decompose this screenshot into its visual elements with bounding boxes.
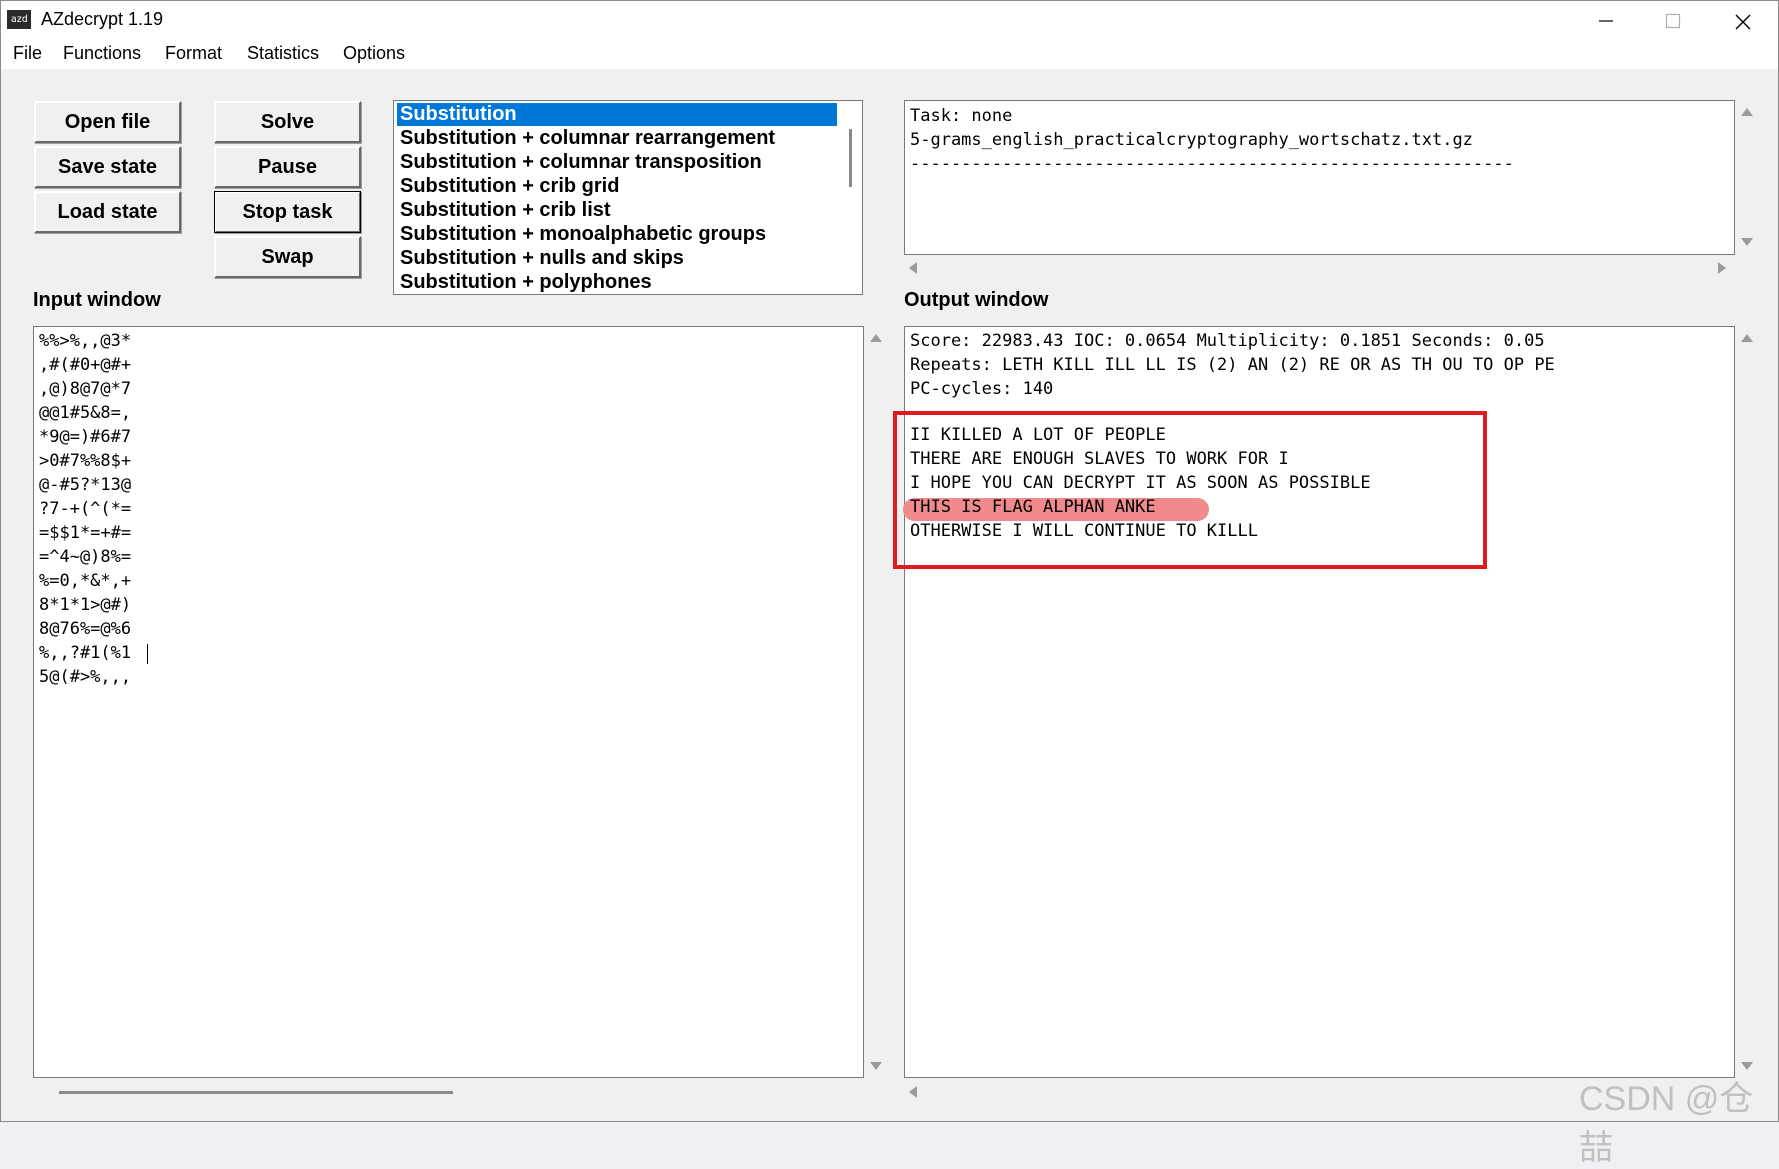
listbox-scrollbar[interactable]: [849, 129, 852, 187]
scroll-left-icon[interactable]: [909, 262, 917, 274]
scroll-down-icon[interactable]: [1741, 1062, 1753, 1070]
annotation-box: [893, 411, 1487, 569]
text-cursor: [147, 644, 148, 664]
maximize-icon: [1665, 13, 1681, 29]
list-item[interactable]: Substitution: [397, 103, 837, 126]
cipher-line: ,#(#0+@#+: [39, 355, 132, 375]
input-textarea[interactable]: %%>%,,@3* ,#(#0+@#+ ,@)8@7@*7 @@1#5&8=, …: [33, 326, 864, 1078]
scroll-up-icon[interactable]: [1741, 108, 1753, 116]
load-state-button[interactable]: Load state: [34, 191, 181, 233]
menu-format[interactable]: Format: [165, 43, 222, 64]
solve-button[interactable]: Solve: [214, 101, 361, 143]
scroll-up-icon[interactable]: [1741, 334, 1753, 342]
open-file-button[interactable]: Open file: [34, 101, 181, 143]
cipher-line: =$$1*=+#=: [39, 523, 132, 543]
solver-listbox[interactable]: Substitution Substitution + columnar rea…: [393, 100, 863, 295]
stats-line: PC-cycles: 140: [910, 379, 1054, 399]
pause-button[interactable]: Pause: [214, 146, 361, 188]
cipher-line: @@1#5&8=,: [39, 403, 132, 423]
scroll-down-icon[interactable]: [870, 1062, 882, 1070]
output-window-label: Output window: [904, 289, 1049, 311]
scroll-up-icon[interactable]: [870, 334, 882, 342]
menu-functions[interactable]: Functions: [63, 43, 141, 64]
cipher-line: *9@=)#6#7: [39, 427, 132, 447]
status-line: ----------------------------------------…: [910, 154, 1514, 174]
input-window-label: Input window: [33, 289, 161, 311]
list-item[interactable]: Substitution + columnar transposition: [397, 151, 837, 174]
list-item[interactable]: Substitution + polyphones: [397, 271, 837, 294]
title-bar[interactable]: azd AZdecrypt 1.19: [1, 1, 1778, 39]
stats-line: Score: 22983.43 IOC: 0.0654 Multiplicity…: [910, 331, 1545, 351]
stop-task-button[interactable]: Stop task: [214, 191, 361, 233]
cipher-line: ?7-+(^(*=: [39, 499, 132, 519]
app-icon: azd: [7, 10, 31, 29]
save-state-button[interactable]: Save state: [34, 146, 181, 188]
list-item[interactable]: Substitution + monoalphabetic groups: [397, 223, 837, 246]
cipher-line: 8*1*1>@#): [39, 595, 132, 615]
cipher-line: ,@)8@7@*7: [39, 379, 132, 399]
list-item[interactable]: Substitution + crib grid: [397, 175, 837, 198]
scroll-down-icon[interactable]: [1741, 238, 1753, 246]
menu-options[interactable]: Options: [343, 43, 405, 64]
menu-bar: File Functions Format Statistics Options: [1, 39, 1778, 69]
window-title: AZdecrypt 1.19: [41, 9, 164, 29]
list-item[interactable]: Substitution + crib list: [397, 199, 837, 222]
stats-line: Repeats: LETH KILL ILL LL IS (2) AN (2) …: [910, 355, 1555, 375]
scroll-left-icon[interactable]: [909, 1086, 917, 1098]
status-line: 5-grams_english_practicalcryptography_wo…: [910, 130, 1473, 150]
input-hscroll-thumb[interactable]: [59, 1091, 453, 1094]
minimize-button[interactable]: [1571, 1, 1641, 39]
cipher-line: %,,?#1(%1: [39, 643, 132, 663]
status-box[interactable]: Task: none 5-grams_english_practicalcryp…: [904, 100, 1735, 255]
menu-statistics[interactable]: Statistics: [247, 43, 319, 64]
status-line: Task: none: [910, 106, 1013, 126]
minimize-icon: [1599, 20, 1613, 22]
cipher-line: @-#5?*13@: [39, 475, 132, 495]
cipher-line: 8@76%=@%6: [39, 619, 132, 639]
list-item[interactable]: Substitution + nulls and skips: [397, 247, 837, 270]
cipher-line: =^4~@)8%=: [39, 547, 132, 567]
cipher-line: >0#7%%8$+: [39, 451, 132, 471]
watermark: CSDN @仓喆: [1579, 1080, 1754, 1167]
scroll-right-icon[interactable]: [1718, 262, 1726, 274]
maximize-button[interactable]: [1638, 1, 1708, 39]
cipher-line: %%>%,,@3*: [39, 331, 132, 351]
cipher-line: %=0,*&*,+: [39, 571, 132, 591]
cipher-line: 5@(#>%,,,: [39, 667, 132, 687]
menu-file[interactable]: File: [13, 43, 42, 64]
close-icon: [1735, 14, 1751, 30]
list-item[interactable]: Substitution + columnar rearrangement: [397, 127, 837, 150]
swap-button[interactable]: Swap: [214, 236, 361, 278]
close-button[interactable]: [1708, 1, 1778, 39]
app-window: azd AZdecrypt 1.19 File Functions Format…: [0, 0, 1779, 1167]
